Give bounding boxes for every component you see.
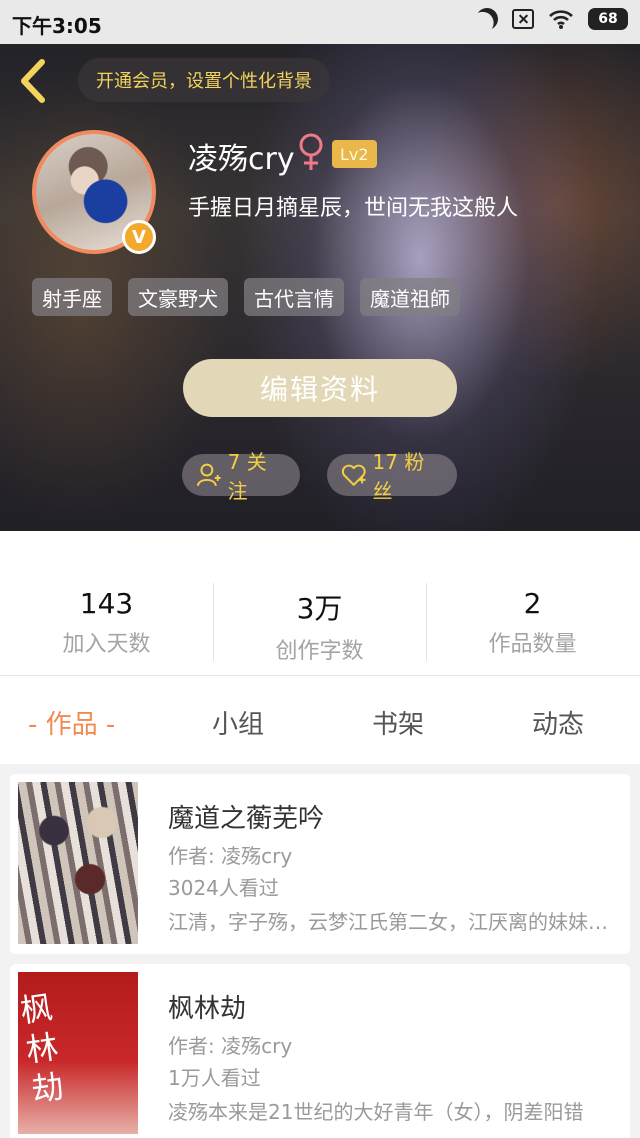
work-card[interactable]: 枫林劫 枫林劫 作者: 凌殇cry 1万人看过 凌殇本来是21世纪的大好青年（女… bbox=[10, 964, 630, 1138]
profile-page: 下午3:05 68 开通会员，设置个性化背景 V 凌殇cry Lv2 手握日月摘… bbox=[0, 0, 640, 1138]
status-time: 下午3:05 bbox=[12, 14, 102, 38]
tab-bookshelf[interactable]: 书架 bbox=[372, 704, 424, 741]
status-bar: 下午3:05 68 bbox=[0, 0, 640, 44]
profile-header: 下午3:05 68 开通会员，设置个性化背景 V 凌殇cry Lv2 手握日月摘… bbox=[0, 0, 640, 531]
stat-label: 创作字数 bbox=[275, 639, 364, 664]
edit-profile-button[interactable]: 编辑资料 bbox=[183, 359, 457, 417]
work-views: 3024人看过 bbox=[168, 876, 279, 900]
cover-title: 枫林劫 bbox=[17, 987, 67, 1110]
add-user-icon bbox=[196, 463, 221, 487]
stat-works-count: 2 作品数量 bbox=[426, 587, 639, 658]
following-label: 7 关注 bbox=[227, 450, 267, 503]
status-icons: 68 bbox=[476, 8, 628, 30]
fans-label: 17 粉丝 bbox=[372, 450, 425, 503]
avatar-container[interactable]: V bbox=[32, 130, 156, 254]
username: 凌殇cry bbox=[188, 142, 295, 177]
no-sim-icon bbox=[512, 9, 534, 29]
book-cover[interactable]: 枫林劫 bbox=[18, 972, 138, 1134]
work-title: 枫林劫 bbox=[168, 994, 247, 1024]
stat-word-count: 3万 创作字数 bbox=[213, 587, 426, 665]
moon-icon bbox=[474, 6, 499, 31]
tab-activity[interactable]: 动态 bbox=[532, 704, 584, 741]
book-cover[interactable] bbox=[18, 782, 138, 944]
tag-list: 射手座 文豪野犬 古代言情 魔道祖師 bbox=[32, 278, 460, 316]
verified-badge: V bbox=[122, 220, 156, 254]
stats-bar: 143 加入天数 3万 创作字数 2 作品数量 bbox=[0, 531, 640, 676]
back-button[interactable] bbox=[16, 58, 50, 104]
works-list: 魔道之蘅芜吟 作者: 凌殇cry 3024人看过 江清，字子殇，云梦江氏第二女，… bbox=[0, 764, 640, 1138]
heart-plus-icon bbox=[341, 464, 366, 486]
tab-works[interactable]: - 作品 - bbox=[28, 704, 115, 741]
chevron-left-icon bbox=[21, 59, 45, 103]
wifi-icon bbox=[549, 10, 573, 29]
level-badge: Lv2 bbox=[332, 140, 377, 168]
fans-button[interactable]: 17 粉丝 bbox=[327, 450, 457, 503]
stat-value: 143 bbox=[79, 587, 134, 620]
stat-label: 加入天数 bbox=[62, 632, 151, 657]
tag-item[interactable]: 古代言情 bbox=[244, 278, 344, 316]
work-views: 1万人看过 bbox=[168, 1066, 261, 1090]
work-card[interactable]: 魔道之蘅芜吟 作者: 凌殇cry 3024人看过 江清，字子殇，云梦江氏第二女，… bbox=[10, 774, 630, 954]
work-title: 魔道之蘅芜吟 bbox=[168, 804, 325, 834]
stat-label: 作品数量 bbox=[488, 632, 577, 657]
stat-value: 2 bbox=[523, 587, 542, 620]
profile-motto: 手握日月摘星辰，世间无我这般人 bbox=[188, 196, 519, 221]
work-author: 作者: 凌殇cry bbox=[168, 844, 293, 868]
battery-indicator: 68 bbox=[588, 8, 628, 30]
work-author: 作者: 凌殇cry bbox=[168, 1034, 293, 1058]
following-button[interactable]: 7 关注 bbox=[182, 450, 300, 503]
female-icon bbox=[299, 133, 323, 170]
work-description: 江清，字子殇，云梦江氏第二女，江厌离的妹妹，江澄的姐姐 bbox=[168, 910, 608, 934]
tag-item[interactable]: 射手座 bbox=[32, 278, 112, 316]
tab-groups[interactable]: 小组 bbox=[212, 704, 264, 741]
tag-item[interactable]: 文豪野犬 bbox=[128, 278, 228, 316]
stat-days-joined: 143 加入天数 bbox=[0, 587, 213, 658]
work-description: 凌殇本来是21世纪的大好青年（女），阴差阳错 bbox=[168, 1100, 584, 1124]
profile-tabs: - 作品 - 小组 书架 动态 bbox=[0, 676, 640, 764]
vip-background-banner[interactable]: 开通会员，设置个性化背景 bbox=[78, 58, 330, 102]
stat-value: 3万 bbox=[296, 592, 343, 625]
tag-item[interactable]: 魔道祖師 bbox=[360, 278, 460, 316]
